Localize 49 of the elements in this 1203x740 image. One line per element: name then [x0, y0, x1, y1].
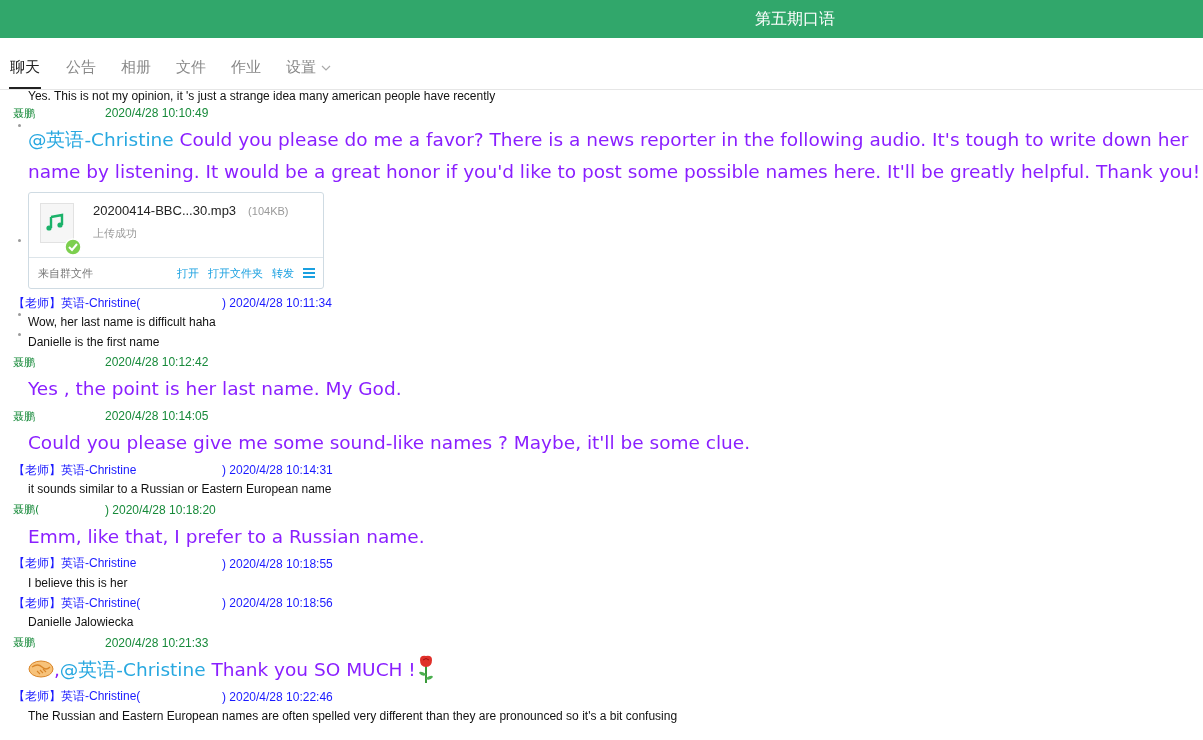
- tab[interactable]: 公告: [66, 58, 96, 89]
- upload-status: 上传成功: [93, 226, 138, 241]
- message-time: 2020/4/28 10:10:49: [105, 106, 209, 120]
- mention-link[interactable]: @英语-Christine: [59, 658, 206, 680]
- sender-name: 【老师】英语-Christine(: [13, 594, 142, 612]
- tab[interactable]: 文件: [176, 58, 206, 89]
- message-text: Danielle is the first name: [28, 333, 160, 351]
- message-time: ) 2020/4/28 10:11:34: [222, 296, 332, 310]
- file-action-link[interactable]: 打开: [177, 265, 199, 281]
- message-time: ) 2020/4/28 10:14:31: [222, 463, 333, 477]
- file-name: 20200414-BBC...30.mp3: [93, 203, 237, 218]
- tab[interactable]: 设置: [286, 58, 331, 89]
- sender-name: 聂鹏(: [13, 502, 41, 517]
- message-time: ) 2020/4/28 10:18:20: [105, 502, 216, 517]
- sender-name: 聂鹏: [13, 354, 36, 370]
- sender-name: 【老师】英语-Christine: [13, 555, 138, 572]
- tab[interactable]: 相册: [121, 58, 151, 89]
- message-time: ) 2020/4/28 10:18:55: [222, 556, 333, 571]
- file-source: 来自群文件: [38, 265, 94, 281]
- message-time: 2020/4/28 10:21:33: [105, 635, 209, 650]
- sender-name: 聂鹏: [13, 105, 36, 121]
- sender-name: 【老师】英语-Christine: [13, 461, 138, 479]
- file-action-link[interactable]: 打开文件夹: [208, 265, 263, 281]
- message-time: ) 2020/4/28 10:18:56: [222, 596, 333, 610]
- message-text: The Russian and Eastern European names are often spelled very different than they are pronounced so it's a bit confusing: [28, 707, 678, 725]
- file-action-link[interactable]: 转发: [272, 265, 294, 281]
- sender-name: 【老师】英语-Christine(: [13, 688, 142, 705]
- file-size: (104KB): [248, 205, 289, 217]
- tab[interactable]: 聊天: [9, 58, 41, 89]
- window-title: 第五期口语: [754, 8, 835, 30]
- message-time: ) 2020/4/28 10:22:46: [222, 689, 333, 704]
- message-text: Yes , the point is her last name. My God.: [27, 377, 403, 401]
- message-text: Danielle Jalowiecka: [28, 614, 134, 631]
- message-text: Emm, like that, I prefer to a Russian name.: [27, 524, 426, 549]
- message-time: 2020/4/28 10:14:05: [105, 409, 209, 423]
- tab[interactable]: 作业: [231, 58, 261, 89]
- message-time: 2020/4/28 10:12:42: [105, 355, 209, 369]
- sender-name: 【老师】英语-Christine(: [13, 294, 142, 312]
- message-text: ,@英语-Christine Thank you SO MUCH !: [27, 653, 1203, 686]
- message-text: @英语-Christine Could you please do me a favor? There is a news reporter in the following audio. It's tough to write down her name by listening. It would be a great honor if you'd like to post some possible names here. It'll be greatly helpful. Thank you!: [27, 128, 1202, 184]
- message-text: I believe this is her: [28, 574, 128, 592]
- mention-link[interactable]: @英语-Christine: [27, 129, 174, 150]
- sender-name: 聂鹏: [13, 408, 36, 424]
- message-text: it sounds similar to a Russian or Eastern European name: [28, 481, 332, 498]
- message-text: Wow, her last name is difficult haha: [28, 314, 216, 331]
- menu-icon[interactable]: [303, 268, 315, 278]
- sender-name: 聂鹏: [13, 635, 36, 650]
- message-text: Could you please give me some sound-like names ? Maybe, it'll be some clue.: [27, 431, 752, 455]
- message-text: Yes. This is not my opinion, it 's just a strange idea many american people have recently: [28, 90, 496, 103]
